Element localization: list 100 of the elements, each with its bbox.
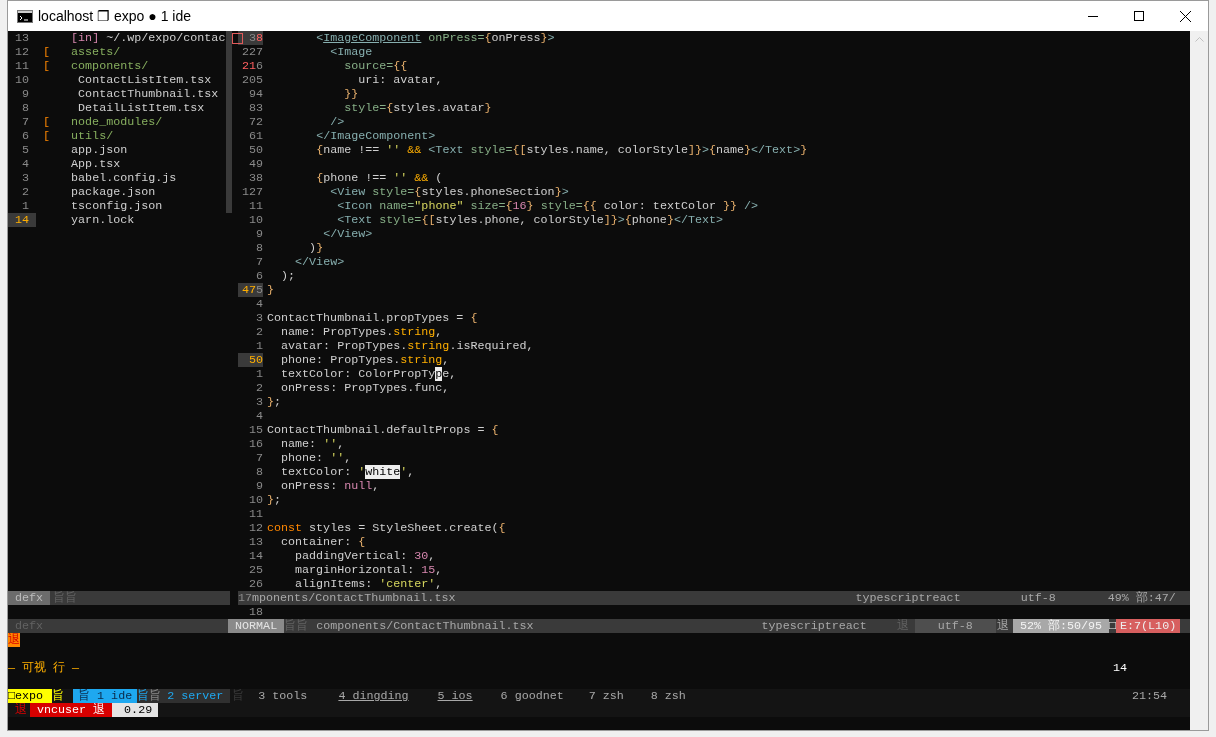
selection-count: 14	[1112, 661, 1127, 675]
line-number: 9	[255, 479, 263, 493]
window-title: localhost ❐ expo ● 1 ide	[38, 6, 191, 26]
window-tab[interactable]: 7 zsh	[588, 689, 624, 703]
line-number: 13	[247, 535, 263, 549]
separator-glyph: 旨	[149, 689, 162, 703]
code-line: source={{	[344, 59, 408, 73]
line-number: 9	[255, 227, 263, 241]
code-line: ContactThumbnail.propTypes = {	[267, 311, 478, 325]
code-line: uri: avatar,	[358, 73, 443, 87]
code-line: {name !== '' && <Text style={[styles.name, colorStyle]}>{name}</Text>}	[316, 143, 808, 157]
tree-item[interactable]: [ assets/	[43, 45, 121, 59]
window-tab[interactable]: 6 goodnet	[500, 689, 564, 703]
code-line: ContactThumbnail.defaultProps = {	[267, 423, 499, 437]
status-glyph: □	[1109, 619, 1117, 633]
message-text: 退	[8, 633, 20, 647]
line-number: 16	[247, 437, 263, 451]
line-number: 227	[240, 45, 263, 59]
line-number: 8	[255, 465, 263, 479]
tree-item[interactable]: ContactThumbnail.tsx	[78, 87, 219, 101]
line-number: 5	[21, 143, 30, 157]
user-name: vncuser 退	[30, 703, 113, 717]
status-text: 49% 部:47/	[1107, 591, 1176, 605]
tree-item[interactable]: babel.config.js	[71, 171, 177, 185]
line-number: 8	[255, 241, 263, 255]
scrollbar[interactable]	[1190, 31, 1208, 730]
mode-indicator: NORMAL	[228, 619, 285, 633]
clock-text: 21:54	[1131, 689, 1167, 703]
line-number: 12	[247, 521, 263, 535]
code-line: )}	[309, 241, 324, 255]
session-name[interactable]: □expo	[8, 689, 53, 703]
line-number: 7	[255, 451, 263, 465]
line-number: 12	[13, 45, 30, 59]
tree-item[interactable]: [in] ~/.wp/expo/contac	[71, 31, 226, 45]
code-line: />	[330, 115, 345, 129]
line-number: 2	[21, 185, 30, 199]
line-number: 50	[247, 143, 263, 157]
line-number: 72	[247, 115, 263, 129]
tree-item[interactable]: [ utils/	[43, 129, 114, 143]
status-text: typescriptreact	[855, 591, 961, 605]
line-number: 3	[255, 395, 263, 409]
code-line: </View>	[323, 227, 373, 241]
status-text: components/ContactThumbnail.tsx	[316, 619, 534, 633]
line-number: 1	[21, 199, 30, 213]
line-number: 7	[255, 255, 263, 269]
line-number: 4	[255, 297, 263, 311]
code-line: onPress: null,	[281, 479, 380, 493]
window-tab[interactable]: 3 tools	[258, 689, 308, 703]
scroll-up-icon[interactable]	[1194, 37, 1204, 42]
line-number: 127	[240, 185, 263, 199]
code-line: const styles = StyleSheet.create({	[267, 521, 506, 535]
line-number: 14	[247, 549, 263, 563]
code-line: marginHorizontal: 15,	[295, 563, 443, 577]
tree-item[interactable]: tsconfig.json	[71, 199, 163, 213]
line-number: 216	[240, 59, 263, 73]
line-number: 17	[238, 591, 253, 605]
tree-item[interactable]: App.tsx	[71, 157, 121, 171]
window-tab[interactable]: 旨 1 ide	[73, 689, 138, 703]
tree-item[interactable]: app.json	[71, 143, 128, 157]
line-number: 49	[247, 157, 263, 171]
line-number: 9	[21, 87, 30, 101]
line-number: 8	[21, 101, 30, 115]
line-number: 475	[238, 283, 263, 297]
tree-item[interactable]: [ node_modules/	[43, 115, 163, 129]
line-number: 1	[255, 339, 263, 353]
tree-item[interactable]: package.json	[71, 185, 156, 199]
code-line: onPress: PropTypes.func,	[281, 381, 450, 395]
window-tab[interactable]: 5 ios	[437, 689, 473, 703]
code-line: }	[267, 283, 274, 297]
line-number: 14	[8, 213, 36, 227]
pane-label: defx	[8, 591, 51, 605]
tree-item[interactable]: ContactListItem.tsx	[78, 73, 212, 87]
code-line: };	[267, 395, 282, 409]
status-text: typescriptreact	[761, 619, 867, 633]
code-line: );	[281, 269, 296, 283]
status-text: 52% 部:50/95	[1012, 619, 1110, 633]
window-tab[interactable]: 2 server	[161, 689, 231, 703]
line-number: 3	[255, 311, 263, 325]
window-tab[interactable]: 4 dingding	[338, 689, 409, 703]
status-text: 退	[996, 619, 1009, 633]
load-average: 0.29	[112, 703, 159, 717]
code-line: </View>	[295, 255, 345, 269]
tree-item[interactable]: DetailListItem.tsx	[78, 101, 205, 115]
code-line: }}	[344, 87, 359, 101]
code-line: <Icon name="phone" size={16} style={{ color: textColor }} />	[337, 199, 759, 213]
code-line: avatar: PropTypes.string.isRequired,	[281, 339, 534, 353]
scrollbar-thumb[interactable]	[226, 31, 232, 213]
line-number: 205	[240, 73, 263, 87]
line-number: 2	[255, 381, 263, 395]
close-icon	[1179, 10, 1191, 22]
code-line: name: '',	[281, 437, 345, 451]
tree-item[interactable]: yarn.lock	[71, 213, 135, 227]
code-line: container: {	[281, 535, 366, 549]
code-line: paddingVertical: 30,	[295, 549, 436, 563]
line-number: 25	[247, 563, 263, 577]
line-number: 1	[255, 367, 263, 381]
code-line: <ImageComponent onPress={onPress}>	[316, 31, 555, 45]
window-tab[interactable]: 8 zsh	[650, 689, 686, 703]
tree-item[interactable]: [ components/	[43, 59, 149, 73]
line-number: 18	[247, 605, 263, 619]
